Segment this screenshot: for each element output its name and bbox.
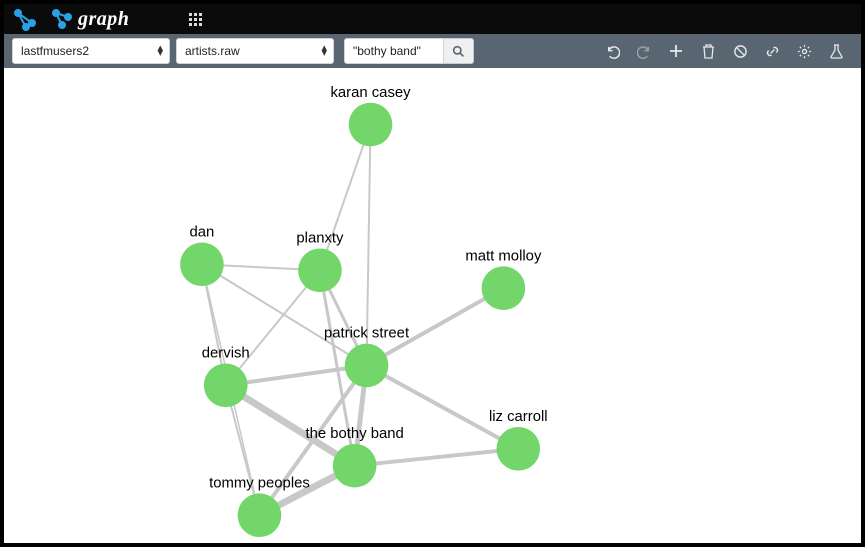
graph-node-label: tommy peoples [209,475,310,491]
field-select[interactable]: artists.raw ▴▾ [176,38,334,64]
plus-icon [669,44,683,58]
search-icon [452,45,465,58]
link-button[interactable] [763,42,781,60]
graph-node[interactable]: planxty [296,231,344,293]
chevron-updown-icon: ▴▾ [321,46,327,56]
graph-node-label: dan [190,225,215,241]
app-frame: graph lastfmusers2 ▴▾ artists.raw ▴▾ [4,4,861,543]
link-icon [765,44,780,59]
add-button[interactable] [667,42,685,60]
search-button[interactable] [444,38,474,64]
graph-svg: karan casey dan planxty matt molloy dervish p… [4,68,861,543]
graph-node-label: dervish [202,346,250,362]
undo-button[interactable] [603,42,621,60]
search-group [344,38,474,64]
graph-node-label: planxty [296,231,344,247]
graph-node[interactable]: matt molloy [465,248,542,310]
toolbar-right [603,42,853,60]
search-input[interactable] [344,38,444,64]
graph-node[interactable]: karan casey [330,85,411,147]
graph-node[interactable]: tommy peoples [209,475,310,537]
index-select[interactable]: lastfmusers2 ▴▾ [12,38,170,64]
app-switcher-icon[interactable] [189,13,202,26]
field-select-value: artists.raw [185,44,240,58]
graph-node[interactable]: patrick street [324,326,410,388]
graph-node[interactable]: dan [180,225,224,287]
delete-button[interactable] [699,42,717,60]
index-select-value: lastfmusers2 [21,44,89,58]
block-button[interactable] [731,42,749,60]
trash-icon [702,44,715,59]
logo: graph [12,7,129,31]
graph-canvas[interactable]: karan casey dan planxty matt molloy dervish p… [4,68,861,543]
settings-button[interactable] [795,42,813,60]
graph-node-label: karan casey [330,85,411,101]
undo-icon [605,44,620,59]
flask-icon [830,44,843,59]
chevron-updown-icon: ▴▾ [157,46,163,56]
graph-node-label: matt molloy [465,248,542,264]
graph-node[interactable]: dervish [202,346,250,408]
redo-button[interactable] [635,42,653,60]
graph-node-label: liz carroll [489,409,548,425]
graph-node[interactable]: liz carroll [489,409,548,471]
inspect-button[interactable] [827,42,845,60]
gear-icon [797,44,812,59]
ban-icon [733,44,748,59]
graph-edge [355,449,519,466]
graph-node-label: the bothy band [305,426,403,442]
control-bar: lastfmusers2 ▴▾ artists.raw ▴▾ [4,34,861,68]
top-bar: graph [4,4,861,34]
graph-node-label: patrick street [324,326,410,342]
graph-node[interactable]: the bothy band [305,426,403,488]
logo-graphic-icon [12,7,72,31]
graph-edge [320,125,371,271]
redo-icon [637,44,652,59]
logo-text: graph [78,8,129,31]
